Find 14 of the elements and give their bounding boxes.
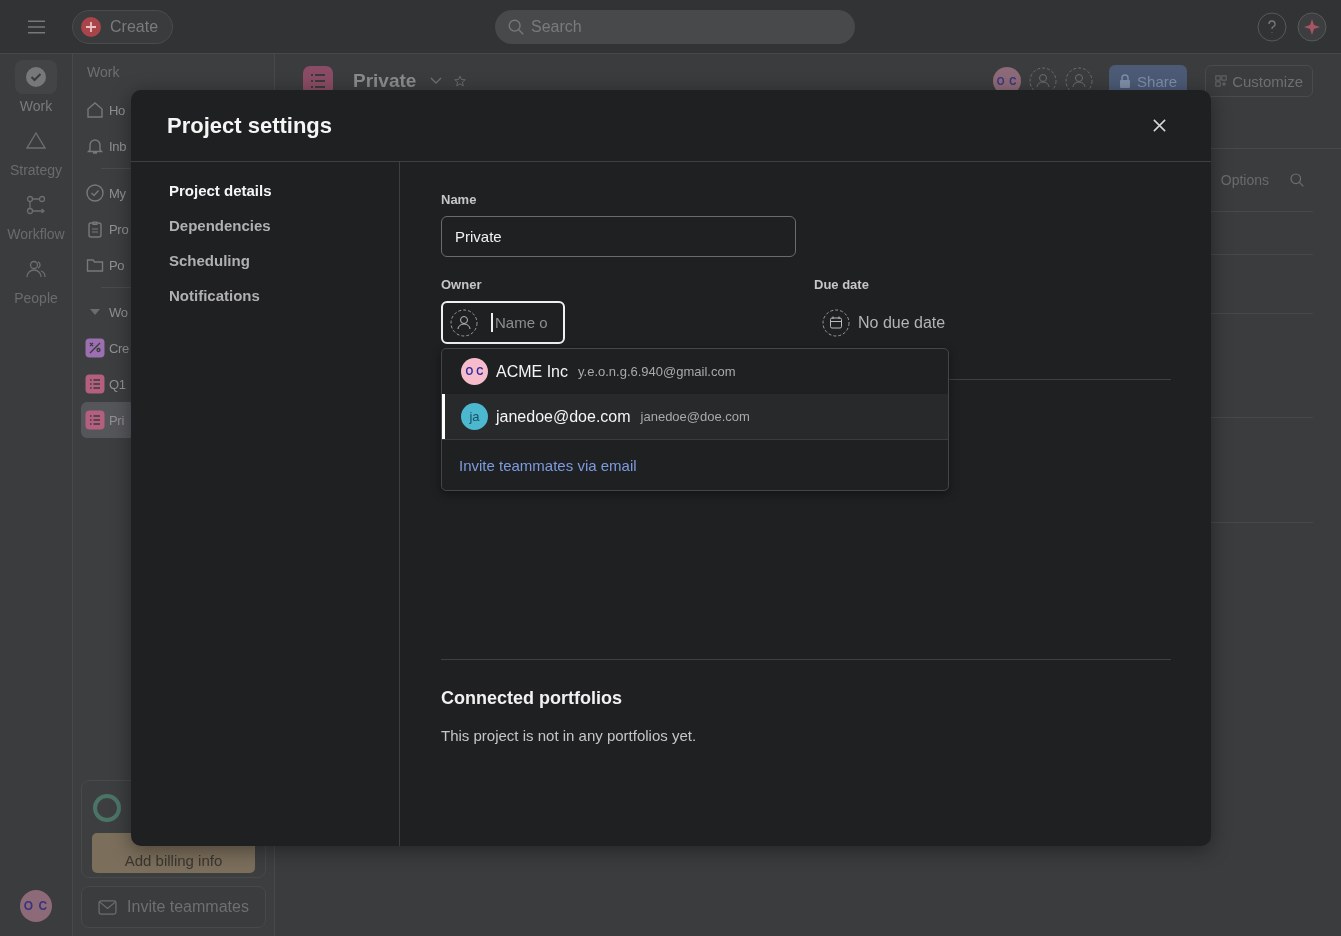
avatar: O C xyxy=(461,358,488,385)
field-label: Name xyxy=(441,192,478,207)
empty-message: This project is not in any portfolios yet. xyxy=(441,727,698,744)
avatar: ja xyxy=(461,403,488,430)
user-email: y.e.o.n.g.6.940@gmail.com xyxy=(578,364,736,379)
project-title: Private xyxy=(353,71,417,91)
user-email: janedoe@doe.com xyxy=(640,409,750,424)
avatar: O C xyxy=(20,890,52,922)
user-name: janedoe@doe.com xyxy=(496,407,631,426)
user-name: ACME Inc xyxy=(496,362,568,381)
field-label: Owner xyxy=(441,277,483,292)
field-label: Due date xyxy=(814,277,870,292)
section-heading: Connected portfolios xyxy=(441,688,623,709)
dialog-title: Project settings xyxy=(167,112,333,139)
